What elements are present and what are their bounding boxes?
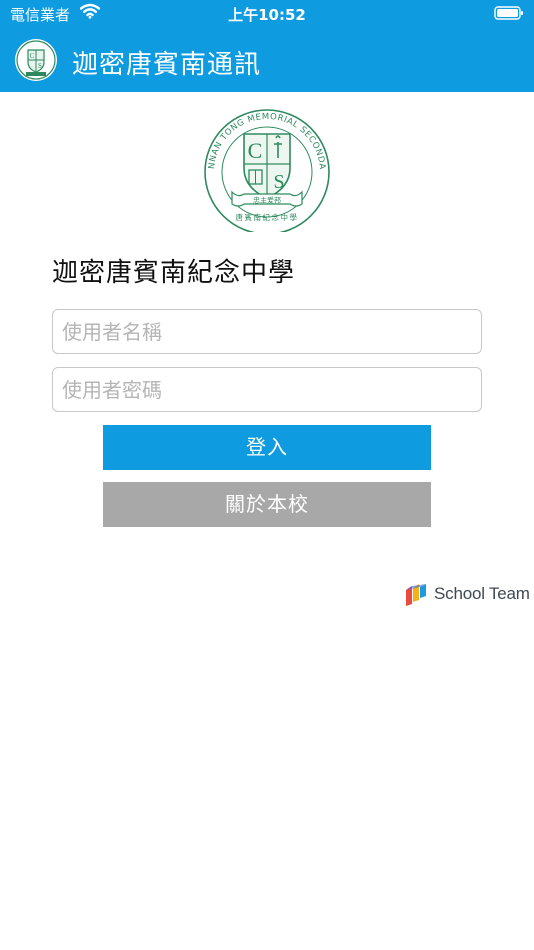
nav-bar: C S 迦密唐賓南通訊 — [0, 28, 534, 92]
crest-inner-text: 唐賓南紀念中學 — [236, 212, 299, 222]
school-team-label: School Team — [434, 584, 530, 603]
username-input[interactable] — [52, 309, 482, 354]
nav-title: 迦密唐賓南通訊 — [72, 50, 262, 80]
svg-text:C: C — [248, 138, 263, 163]
svg-text:S: S — [273, 171, 284, 193]
battery-icon — [494, 5, 524, 25]
crest-motto: 忠主爱邦 — [253, 196, 281, 205]
status-bar: 電信業者 上午10:52 — [0, 0, 534, 28]
school-name: 迦密唐賓南紀念中學 — [52, 258, 296, 288]
school-crest-icon: CARMEL BUNNAN TONG MEMORIAL SECONDARY SC… — [194, 101, 330, 235]
school-crest-icon: C S — [14, 38, 58, 82]
svg-text:C: C — [30, 52, 35, 60]
clock-label: 上午10:52 — [228, 6, 306, 24]
password-input[interactable] — [52, 367, 482, 412]
school-crest: CARMEL BUNNAN TONG MEMORIAL SECONDARY SC… — [194, 101, 336, 235]
school-team-logo-icon — [404, 582, 430, 608]
login-button[interactable]: 登入 — [103, 425, 431, 470]
about-school-button[interactable]: 關於本校 — [103, 482, 431, 527]
svg-text:S: S — [38, 62, 42, 70]
